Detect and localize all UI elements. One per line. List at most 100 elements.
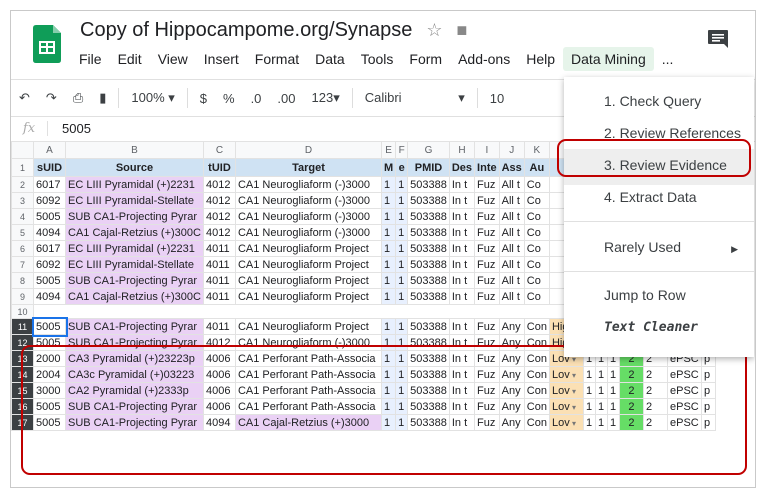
cell[interactable]: 1 (395, 176, 409, 193)
cell[interactable]: In t (448, 318, 476, 335)
decrease-decimal-button[interactable]: .0 (243, 91, 270, 106)
header-cell[interactable]: PMID (407, 158, 450, 177)
column-header[interactable]: G (407, 141, 450, 159)
tUID-cell[interactable]: 4012 (202, 176, 236, 193)
sUID-cell[interactable]: 5005 (33, 272, 66, 289)
target-cell[interactable]: CA1 Neurogliaform (-)3000 (234, 192, 382, 209)
tUID-cell[interactable]: 4011 (202, 256, 236, 273)
cell[interactable]: All t (498, 224, 525, 241)
print-icon[interactable]: ⎙ (65, 90, 91, 106)
cell[interactable]: In t (448, 272, 476, 289)
row-number[interactable]: 3 (11, 192, 34, 209)
row-number[interactable]: 7 (11, 256, 34, 273)
font-size-select[interactable]: 10 (482, 91, 512, 106)
source-cell[interactable]: CA1 Cajal-Retzius (+)300C (65, 224, 204, 241)
row-number[interactable]: 11 (11, 318, 34, 335)
cell[interactable]: 1 (380, 288, 397, 305)
cell[interactable]: Co (523, 208, 550, 225)
cell[interactable]: In t (448, 288, 476, 305)
cell[interactable]: 1 (395, 192, 409, 209)
pmid-cell[interactable]: 503388 (407, 208, 450, 225)
menu-format[interactable]: Format (247, 47, 307, 71)
menu-more[interactable]: ... (654, 47, 682, 71)
cell[interactable]: In t (448, 256, 476, 273)
pmid-cell[interactable]: 503388 (407, 318, 450, 335)
menu-data[interactable]: Data (307, 47, 353, 71)
menu-form[interactable]: Form (401, 47, 450, 71)
column-header[interactable]: F (395, 141, 409, 159)
header-cell[interactable]: e (395, 158, 409, 177)
cell[interactable]: Co (523, 256, 550, 273)
cell[interactable]: 1 (395, 318, 409, 335)
cell[interactable]: Fuz (474, 192, 500, 209)
column-header[interactable]: J (498, 141, 525, 159)
redo-icon[interactable]: ↷ (38, 90, 65, 106)
tUID-cell[interactable]: 4011 (202, 318, 236, 335)
column-header[interactable]: B (65, 141, 204, 159)
cell[interactable]: 1 (395, 208, 409, 225)
cell[interactable]: Co (523, 192, 550, 209)
cell[interactable]: 1 (380, 208, 397, 225)
cell[interactable]: In t (448, 208, 476, 225)
comment-icon[interactable] (707, 29, 729, 49)
header-cell[interactable]: sUID (33, 158, 66, 177)
menu-data-mining[interactable]: Data Mining (563, 47, 654, 71)
cell[interactable]: 1 (380, 240, 397, 257)
cell[interactable]: 1 (380, 176, 397, 193)
column-header[interactable]: H (448, 141, 476, 159)
sUID-cell[interactable]: 4094 (33, 224, 66, 241)
header-cell[interactable]: tUID (202, 158, 236, 177)
row-number[interactable]: 10 (11, 304, 34, 319)
sUID-cell[interactable]: 6092 (33, 256, 66, 273)
header-cell[interactable]: Au (523, 158, 550, 177)
currency-button[interactable]: $ (192, 91, 215, 106)
pmid-cell[interactable]: 503388 (407, 272, 450, 289)
source-cell[interactable]: SUB CA1-Projecting Pyrar (65, 318, 204, 335)
header-cell[interactable]: Ass (498, 158, 525, 177)
cell[interactable]: 1 (380, 318, 397, 335)
menu-item-jump-to-row[interactable]: Jump to Row (604, 287, 686, 303)
menu-item-extract-data[interactable]: 4. Extract Data (604, 189, 697, 205)
menu-file[interactable]: File (71, 47, 110, 71)
cell[interactable]: 1 (380, 256, 397, 273)
cell[interactable]: In t (448, 192, 476, 209)
sUID-cell[interactable]: 4094 (33, 288, 66, 305)
cell[interactable]: All t (498, 256, 525, 273)
header-cell[interactable]: M (380, 158, 397, 177)
cell[interactable]: All t (498, 288, 525, 305)
cell[interactable]: Con (523, 318, 550, 335)
tUID-cell[interactable]: 4011 (202, 272, 236, 289)
cell[interactable]: All t (498, 272, 525, 289)
menu-item-check-query[interactable]: 1. Check Query (604, 93, 701, 109)
target-cell[interactable]: CA1 Neurogliaform Project (234, 256, 382, 273)
tUID-cell[interactable]: 4012 (202, 192, 236, 209)
target-cell[interactable]: CA1 Neurogliaform Project (234, 318, 382, 335)
tUID-cell[interactable]: 4011 (202, 288, 236, 305)
header-cell[interactable]: Inte (474, 158, 500, 177)
source-cell[interactable]: EC LIII Pyramidal-Stellate (65, 256, 204, 273)
source-cell[interactable]: SUB CA1-Projecting Pyrar (65, 208, 204, 225)
cell[interactable]: 1 (395, 272, 409, 289)
menu-item-rarely-used[interactable]: Rarely Used (604, 239, 681, 255)
column-header[interactable]: A (33, 141, 66, 159)
menu-edit[interactable]: Edit (110, 47, 150, 71)
target-cell[interactable]: CA1 Neurogliaform Project (234, 272, 382, 289)
cell[interactable]: 1 (380, 272, 397, 289)
target-cell[interactable]: CA1 Neurogliaform Project (234, 288, 382, 305)
sUID-cell[interactable]: 5005 (31, 316, 68, 337)
target-cell[interactable]: CA1 Neurogliaform (-)3000 (234, 176, 382, 193)
tUID-cell[interactable]: 4012 (202, 224, 236, 241)
document-title[interactable]: Copy of Hippocampome.org/Synapse ☆ ■ (80, 19, 467, 42)
column-header[interactable]: C (202, 141, 236, 159)
increase-decimal-button[interactable]: .00 (269, 91, 303, 106)
column-header[interactable]: D (234, 141, 382, 159)
source-cell[interactable]: EC LIII Pyramidal-Stellate (65, 192, 204, 209)
target-cell[interactable]: CA1 Neurogliaform (-)3000 (234, 208, 382, 225)
corner-cell[interactable] (11, 141, 34, 159)
header-cell[interactable]: Target (234, 158, 382, 177)
row-number[interactable]: 2 (11, 176, 34, 193)
menu-help[interactable]: Help (518, 47, 563, 71)
row-number[interactable]: 9 (11, 288, 34, 305)
tUID-cell[interactable]: 4011 (202, 240, 236, 257)
source-cell[interactable]: EC LIII Pyramidal (+)2231 (65, 240, 204, 257)
